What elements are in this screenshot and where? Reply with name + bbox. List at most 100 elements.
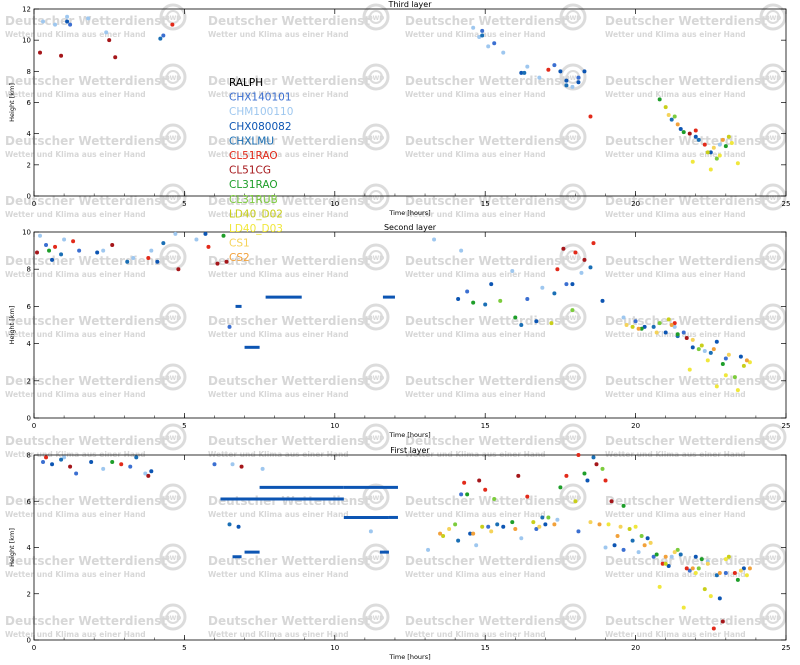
watermark-line1: Deutscher Wetterdienst	[605, 314, 767, 328]
watermark-tile: DWDDeutscher WetterdienstWetter und Klim…	[605, 603, 787, 639]
watermark-line1: Deutscher Wetterdienst	[605, 614, 767, 628]
watermark-tile: DWDDeutscher WetterdienstWetter und Klim…	[5, 123, 187, 159]
point-chxlmu	[456, 538, 461, 543]
x-tick-label: 25	[782, 422, 791, 430]
legend-item-cl51cg: CL51CG	[229, 165, 271, 177]
watermark-line1: Deutscher Wetterdienst	[405, 254, 567, 268]
point-cl51rao	[206, 244, 211, 249]
watermark-tile: DWDDeutscher WetterdienstWetter und Klim…	[405, 63, 587, 99]
x-tick-label: 10	[330, 200, 339, 208]
point-cl51rao	[53, 244, 58, 249]
watermark-logo-text: DWD	[165, 555, 182, 562]
point-cl31rao	[675, 332, 680, 337]
point-cs2	[690, 566, 695, 571]
watermark-line2: Wetter und Klima aus einer Hand	[405, 150, 546, 159]
watermark-logo-text: DWD	[368, 555, 385, 562]
y-tick-label: 2	[27, 590, 31, 598]
point-cl51rao	[702, 142, 707, 147]
x-tick-label: 25	[782, 644, 791, 652]
point-chx140101	[161, 33, 166, 38]
x-tick-label: 5	[182, 644, 186, 652]
watermark-line2: Wetter und Klima aus einer Hand	[5, 90, 146, 99]
point-cl51rao	[483, 487, 488, 492]
legend-item-ld40_d03: LD40_D03	[229, 223, 283, 235]
point-cs2	[615, 533, 620, 538]
point-chx080082	[149, 469, 154, 474]
watermark-line1: Deutscher Wetterdienst	[605, 14, 767, 28]
point-ld40_d02	[666, 317, 671, 322]
point-ld40_d02	[741, 363, 746, 368]
watermark-line1: Deutscher Wetterdienst	[5, 434, 167, 448]
watermark-logo-text: DWD	[165, 135, 182, 142]
point-chx140101	[44, 243, 49, 248]
point-cl31rub	[714, 156, 719, 161]
point-chm100110	[636, 550, 641, 555]
point-chx080082	[456, 296, 461, 301]
x-tick-label: 20	[631, 644, 640, 652]
legend-item-ralph: RALPH	[229, 77, 263, 89]
point-cl51cg	[35, 250, 40, 255]
watermark-logo-text: DWD	[765, 615, 782, 622]
point-ld40_d02	[705, 150, 710, 155]
watermark-line2: Wetter und Klima aus einer Hand	[208, 270, 349, 279]
point-cl31rub	[639, 533, 644, 538]
watermark-logo-text: DWD	[368, 315, 385, 322]
y-axis-label: Height [km]	[8, 528, 16, 567]
point-cl51cg	[224, 259, 229, 264]
point-cl31rao	[699, 557, 704, 562]
watermark-line2: Wetter und Klima aus einer Hand	[605, 90, 746, 99]
point-chm100110	[260, 466, 265, 471]
point-chm100110	[471, 25, 476, 30]
legend-item-chx080082: CHX080082	[229, 121, 292, 133]
point-chx140101	[492, 41, 497, 46]
point-cl51cg	[107, 38, 112, 43]
point-chxlmu	[564, 83, 569, 88]
watermark-tile: DWDDeutscher WetterdienstWetter und Klim…	[5, 423, 187, 459]
point-chxlmu	[552, 291, 557, 296]
point-cl31rao	[621, 503, 626, 508]
y-tick-label: 4	[27, 130, 32, 138]
figure: DWDDeutscher WetterdienstWetter und Klim…	[5, 0, 791, 661]
point-chm100110	[65, 14, 70, 19]
point-cl31rao	[110, 459, 115, 464]
x-tick-label: 0	[32, 644, 36, 652]
point-cl51rao	[588, 114, 593, 119]
point-chx080082	[50, 257, 55, 262]
point-chm100110	[540, 285, 545, 290]
watermark-logo-text: DWD	[565, 495, 582, 502]
point-ld40_d03	[681, 605, 686, 610]
watermark-line2: Wetter und Klima aus einer Hand	[208, 570, 349, 579]
point-chx080082	[236, 524, 241, 529]
point-chx080082	[543, 522, 548, 527]
point-cl51rao	[732, 570, 737, 575]
point-cl51rao	[591, 241, 596, 246]
point-cs2	[675, 122, 680, 127]
y-axis-label: Height [km]	[8, 306, 16, 345]
watermark-line1: Deutscher Wetterdienst	[405, 14, 567, 28]
point-ld40_d03	[705, 358, 710, 363]
y-tick-label: 4	[27, 340, 32, 348]
point-cl31rao	[720, 362, 725, 367]
watermark-logo-text: DWD	[565, 615, 582, 622]
point-chm100110	[41, 19, 46, 24]
point-ld40_d03	[687, 367, 692, 372]
watermark-line1: Deutscher Wetterdienst	[208, 14, 370, 28]
watermark-line1: Deutscher Wetterdienst	[605, 254, 767, 268]
watermark-line1: Deutscher Wetterdienst	[208, 434, 370, 448]
point-cl51rao	[576, 453, 581, 457]
point-chx140101	[465, 289, 470, 294]
point-cl31rao	[465, 492, 470, 497]
watermark-line1: Deutscher Wetterdienst	[605, 134, 767, 148]
watermark-tile: DWDDeutscher WetterdienstWetter und Klim…	[208, 423, 390, 459]
watermark-line2: Wetter und Klima aus einer Hand	[405, 90, 546, 99]
watermark-line1: Deutscher Wetterdienst	[405, 374, 567, 388]
watermark-line2: Wetter und Klima aus einer Hand	[405, 570, 546, 579]
point-chx080082	[612, 543, 617, 548]
point-chxlmu	[495, 522, 500, 527]
point-cs2	[717, 570, 722, 575]
watermark-logo-text: DWD	[565, 315, 582, 322]
point-chm100110	[368, 529, 373, 534]
point-chx080082	[65, 19, 70, 24]
point-chx140101	[41, 459, 46, 464]
point-cl31rub	[498, 298, 503, 303]
